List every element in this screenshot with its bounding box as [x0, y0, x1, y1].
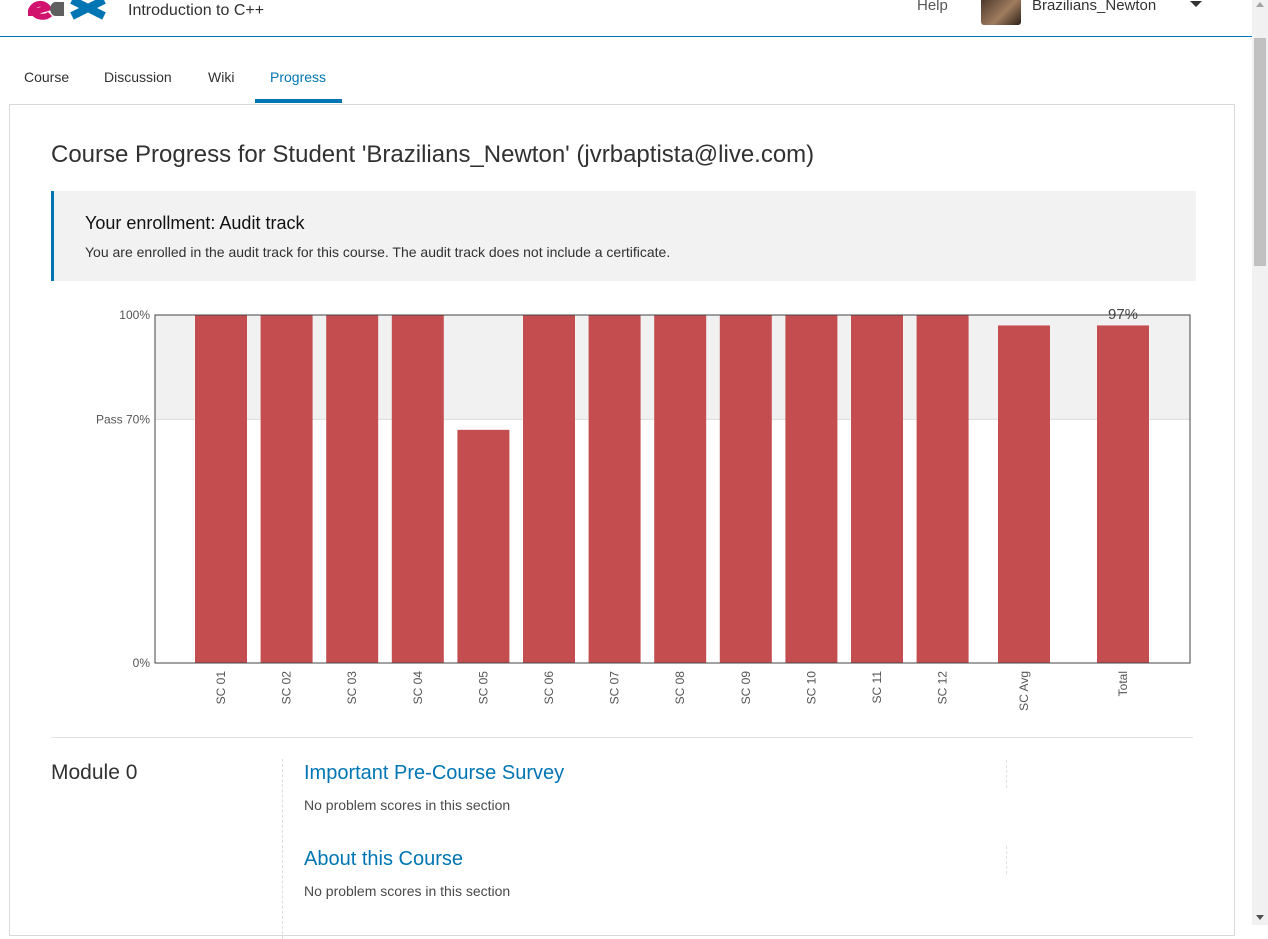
chart-bar — [916, 315, 969, 663]
section-divider — [51, 737, 1193, 738]
section-title-link[interactable]: Important Pre-Course Survey — [304, 762, 564, 785]
chart-bar — [195, 315, 247, 663]
score-column-divider — [1006, 846, 1008, 874]
scroll-down-arrow-icon[interactable] — [1256, 915, 1264, 920]
x-tick-label: Total — [1116, 671, 1130, 696]
x-tick-label: SC Avg — [1017, 671, 1031, 711]
chapter-name: Module 0 — [51, 761, 138, 784]
x-tick-label: SC 09 — [739, 671, 753, 705]
chart-bar — [1097, 325, 1149, 663]
scroll-thumb[interactable] — [1254, 38, 1266, 266]
chart-bar — [785, 315, 838, 663]
active-tab-indicator — [255, 99, 342, 103]
sections-column-border — [282, 759, 284, 939]
x-tick-label: SC 02 — [280, 671, 294, 705]
x-tick-label: SC 04 — [411, 671, 425, 705]
chart-bar — [719, 315, 772, 663]
scroll-up-arrow-icon[interactable] — [1256, 2, 1264, 7]
chart-bar — [998, 325, 1050, 663]
total-score-label: 97% — [1108, 306, 1138, 323]
tab-course[interactable]: Course — [24, 69, 69, 85]
x-tick-label: SC 08 — [673, 671, 687, 705]
chart-bar — [588, 315, 641, 663]
progress-content: Course Progress for Student 'Brazilians_… — [9, 104, 1235, 939]
chart-bar — [457, 429, 510, 663]
page-scrollbar[interactable] — [1252, 0, 1268, 925]
edx-logo-icon[interactable] — [28, 0, 108, 20]
user-avatar-icon[interactable] — [981, 0, 1021, 25]
chart-bar — [326, 315, 379, 663]
x-tick-label: SC 05 — [476, 671, 490, 705]
chart-bar — [523, 315, 575, 663]
chart-bar — [851, 315, 903, 663]
x-tick-label: SC 06 — [542, 671, 556, 705]
site-header: Introduction to C++ Help Brazilians_Newt… — [0, 0, 1252, 37]
course-title: Introduction to C++ — [128, 2, 265, 19]
caret-down-icon[interactable] — [1190, 1, 1202, 7]
tab-wiki[interactable]: Wiki — [208, 69, 234, 85]
section-title-link[interactable]: About this Course — [304, 848, 463, 871]
y-tick-label: Pass 70% — [96, 412, 150, 426]
chart-bar — [391, 315, 444, 663]
chart-bar — [260, 315, 313, 663]
section-score-note: No problem scores in this section — [304, 797, 511, 813]
section-score-note: No problem scores in this section — [304, 883, 511, 899]
username-menu[interactable]: Brazilians_Newton — [1032, 0, 1156, 14]
y-tick-label: 0% — [133, 656, 151, 670]
x-tick-label: SC 10 — [804, 671, 818, 705]
x-tick-label: SC 11 — [870, 671, 884, 704]
tab-progress[interactable]: Progress — [270, 69, 326, 85]
tab-discussion[interactable]: Discussion — [104, 69, 172, 85]
x-tick-label: SC 07 — [608, 671, 622, 705]
y-tick-label: 100% — [119, 308, 150, 322]
x-tick-label: SC 03 — [345, 671, 359, 705]
grade-chart: SC 01 SC 02 SC 03 SC 04 SC 05 SC 06 SC 07 SC 08… — [96, 306, 1191, 711]
help-link[interactable]: Help — [917, 0, 948, 14]
course-tabs: Course Discussion Wiki Progress — [0, 37, 1252, 104]
x-tick-label: SC 01 — [214, 671, 228, 705]
chart-bar — [654, 315, 707, 663]
score-column-divider — [1006, 760, 1008, 788]
x-tick-label: SC 12 — [936, 671, 950, 705]
